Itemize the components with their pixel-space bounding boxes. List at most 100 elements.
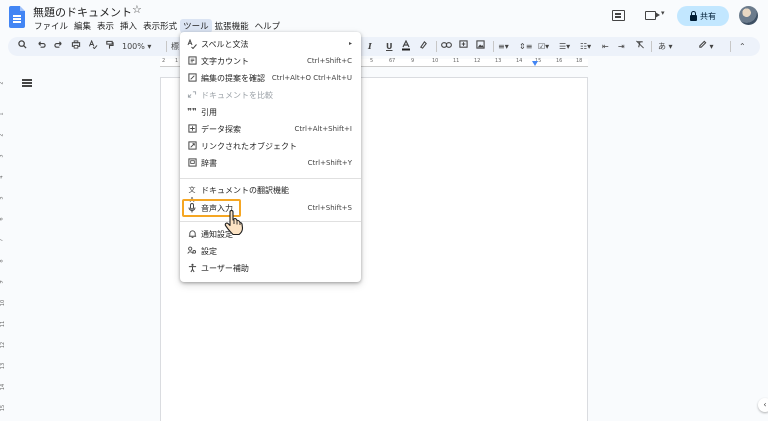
chevron-left-icon[interactable]: ‹	[758, 398, 768, 412]
menu-item-label: ドキュメントの翻訳機能	[201, 186, 289, 195]
underline-button[interactable]: U	[386, 40, 393, 53]
ruler-number: 7	[0, 238, 5, 241]
meet-icon[interactable]	[645, 11, 660, 20]
italic-button[interactable]: I	[368, 40, 372, 53]
line-spacing-icon[interactable]: ⇕≡	[519, 40, 532, 53]
menu-format[interactable]: 表示形式	[140, 19, 180, 33]
print-icon[interactable]	[71, 40, 81, 53]
lock-icon	[690, 10, 697, 21]
menu-help[interactable]: ヘルプ	[252, 19, 284, 33]
menu-item-explore[interactable]: データ探索 Ctrl+Alt+Shift+I	[180, 121, 361, 137]
zoom-select[interactable]: 100% ▾	[122, 40, 151, 53]
menu-item-spelling-grammar[interactable]: スペルと文法 ▸	[180, 36, 361, 52]
ruler-number: 5	[370, 58, 374, 64]
menu-item-translate-document[interactable]: 文A ドキュメントの翻訳機能	[180, 182, 361, 204]
compare-icon	[187, 90, 197, 100]
document-outline-icon[interactable]	[22, 79, 32, 87]
ruler-number: 9	[411, 58, 415, 64]
menu-item-notification-settings[interactable]: 通知設定	[180, 226, 361, 242]
ruler-number: 18	[576, 58, 583, 64]
submenu-arrow-icon: ▸	[348, 40, 352, 47]
hide-menus-chevron-up-icon[interactable]: ⌃	[739, 40, 746, 53]
menu-item-accessibility[interactable]: ユーザー補助	[180, 260, 361, 276]
ruler-number: 3	[0, 154, 5, 157]
menu-item-label: スペルと文法	[201, 40, 249, 49]
redo-icon[interactable]	[54, 40, 63, 53]
menu-item-linked-objects[interactable]: リンクされたオブジェクト	[180, 138, 361, 154]
quote-icon: ❞❞	[187, 107, 197, 116]
menu-item-preferences[interactable]: 設定	[180, 243, 361, 259]
chevron-down-icon[interactable]: ▾	[661, 9, 665, 17]
menu-extensions[interactable]: 拡張機能	[212, 19, 252, 33]
menu-item-label: リンクされたオブジェクト	[201, 142, 297, 151]
insert-image-icon[interactable]	[476, 40, 485, 53]
ruler-number: 14	[0, 383, 7, 391]
menu-item-shortcut: Ctrl+Alt+Shift+I	[294, 125, 352, 133]
clear-formatting-icon[interactable]	[635, 40, 645, 53]
dictionary-icon	[187, 158, 197, 168]
menu-insert[interactable]: 挿入	[117, 19, 140, 33]
menu-item-review-suggested-edits[interactable]: 編集の提案を確認 Ctrl+Alt+O Ctrl+Alt+U	[180, 70, 361, 86]
text-color-icon[interactable]	[401, 39, 411, 55]
ruler-number: 4	[0, 175, 5, 178]
ruler-number: 2	[0, 133, 5, 136]
undo-icon[interactable]	[37, 40, 46, 53]
menu-item-label: 辞書	[201, 159, 217, 168]
ruler-number: 2	[0, 81, 5, 84]
document-title[interactable]: 無題のドキュメント	[33, 4, 132, 20]
bulleted-list-icon[interactable]: ☰▾	[559, 40, 570, 53]
menu-item-label: ユーザー補助	[201, 264, 249, 273]
star-icon[interactable]: ☆	[132, 3, 142, 16]
menu-divider	[180, 178, 361, 179]
menu-item-dictionary[interactable]: 辞書 Ctrl+Shift+Y	[180, 155, 361, 171]
bell-icon	[187, 229, 197, 239]
share-button[interactable]: 共有	[677, 6, 729, 26]
add-comment-icon[interactable]	[459, 40, 468, 53]
menu-item-label: 引用	[201, 108, 217, 117]
search-menus-icon[interactable]	[18, 40, 27, 53]
horizontal-ruler[interactable]: 2 1 5 6 7 9 10 11 12 13 14 15 16 18	[0, 58, 768, 68]
numbered-list-icon[interactable]: ☷▾	[580, 40, 591, 53]
menu-item-label: データ探索	[201, 125, 241, 134]
toolbar-divider	[436, 41, 437, 52]
editing-mode-icon[interactable]: ▾	[698, 40, 714, 53]
paint-format-icon[interactable]	[105, 40, 114, 54]
ruler-number: 10	[0, 299, 7, 307]
link-icon[interactable]	[441, 40, 452, 53]
decrease-indent-icon[interactable]: ⇤	[602, 40, 609, 53]
ruler-number: 15	[0, 404, 7, 412]
menu-file[interactable]: ファイル	[31, 19, 71, 33]
ruler-number: 13	[0, 362, 7, 370]
menu-item-citations[interactable]: ❞❞ 引用	[180, 104, 361, 120]
menu-view[interactable]: 表示	[94, 19, 117, 33]
spellcheck-toolbar-icon[interactable]	[88, 39, 98, 53]
right-indent-marker[interactable]	[532, 61, 538, 66]
ruler-number: 16	[556, 58, 563, 64]
share-label: 共有	[700, 11, 716, 21]
avatar[interactable]	[739, 6, 758, 25]
menu-edit[interactable]: 編集	[71, 19, 94, 33]
align-icon[interactable]: ≡▾	[498, 40, 509, 53]
docs-logo-icon[interactable]	[9, 6, 25, 28]
menu-tools[interactable]: ツール	[180, 19, 212, 33]
highlight-color-icon[interactable]	[419, 40, 428, 53]
review-edits-icon	[187, 73, 197, 83]
menu-bar: ファイル 編集 表示 挿入 表示形式 ツール 拡張機能 ヘルプ	[31, 19, 283, 33]
toolbar-divider	[651, 41, 652, 52]
style-select[interactable]: 標	[171, 40, 179, 53]
input-tools-label: あ	[658, 42, 666, 51]
checklist-icon[interactable]: ☑▾	[538, 40, 549, 53]
ruler-number: 12	[474, 58, 481, 64]
input-tools-select[interactable]: あ ▾	[658, 40, 673, 53]
menu-item-shortcut: Ctrl+Shift+C	[307, 57, 352, 65]
menu-item-word-count[interactable]: 文字カウント Ctrl+Shift+C	[180, 53, 361, 69]
ruler-number: 10	[432, 58, 439, 64]
increase-indent-icon[interactable]: ⇥	[618, 40, 625, 53]
comment-history-icon[interactable]	[612, 10, 625, 21]
linked-objects-icon	[187, 141, 197, 151]
vertical-ruler[interactable]: 2 1 2 3 4 5 6 7 8 9 10 11 12 13 14 15	[0, 70, 9, 421]
menu-item-shortcut: Ctrl+Shift+Y	[307, 159, 352, 167]
title-bar: 無題のドキュメント ☆ ファイル 編集 表示 挿入 表示形式 ツール 拡張機能 …	[0, 0, 768, 36]
ruler-number: 2	[162, 58, 166, 64]
tools-menu: スペルと文法 ▸ 文字カウント Ctrl+Shift+C 編集の提案を確認 Ct…	[180, 32, 361, 282]
